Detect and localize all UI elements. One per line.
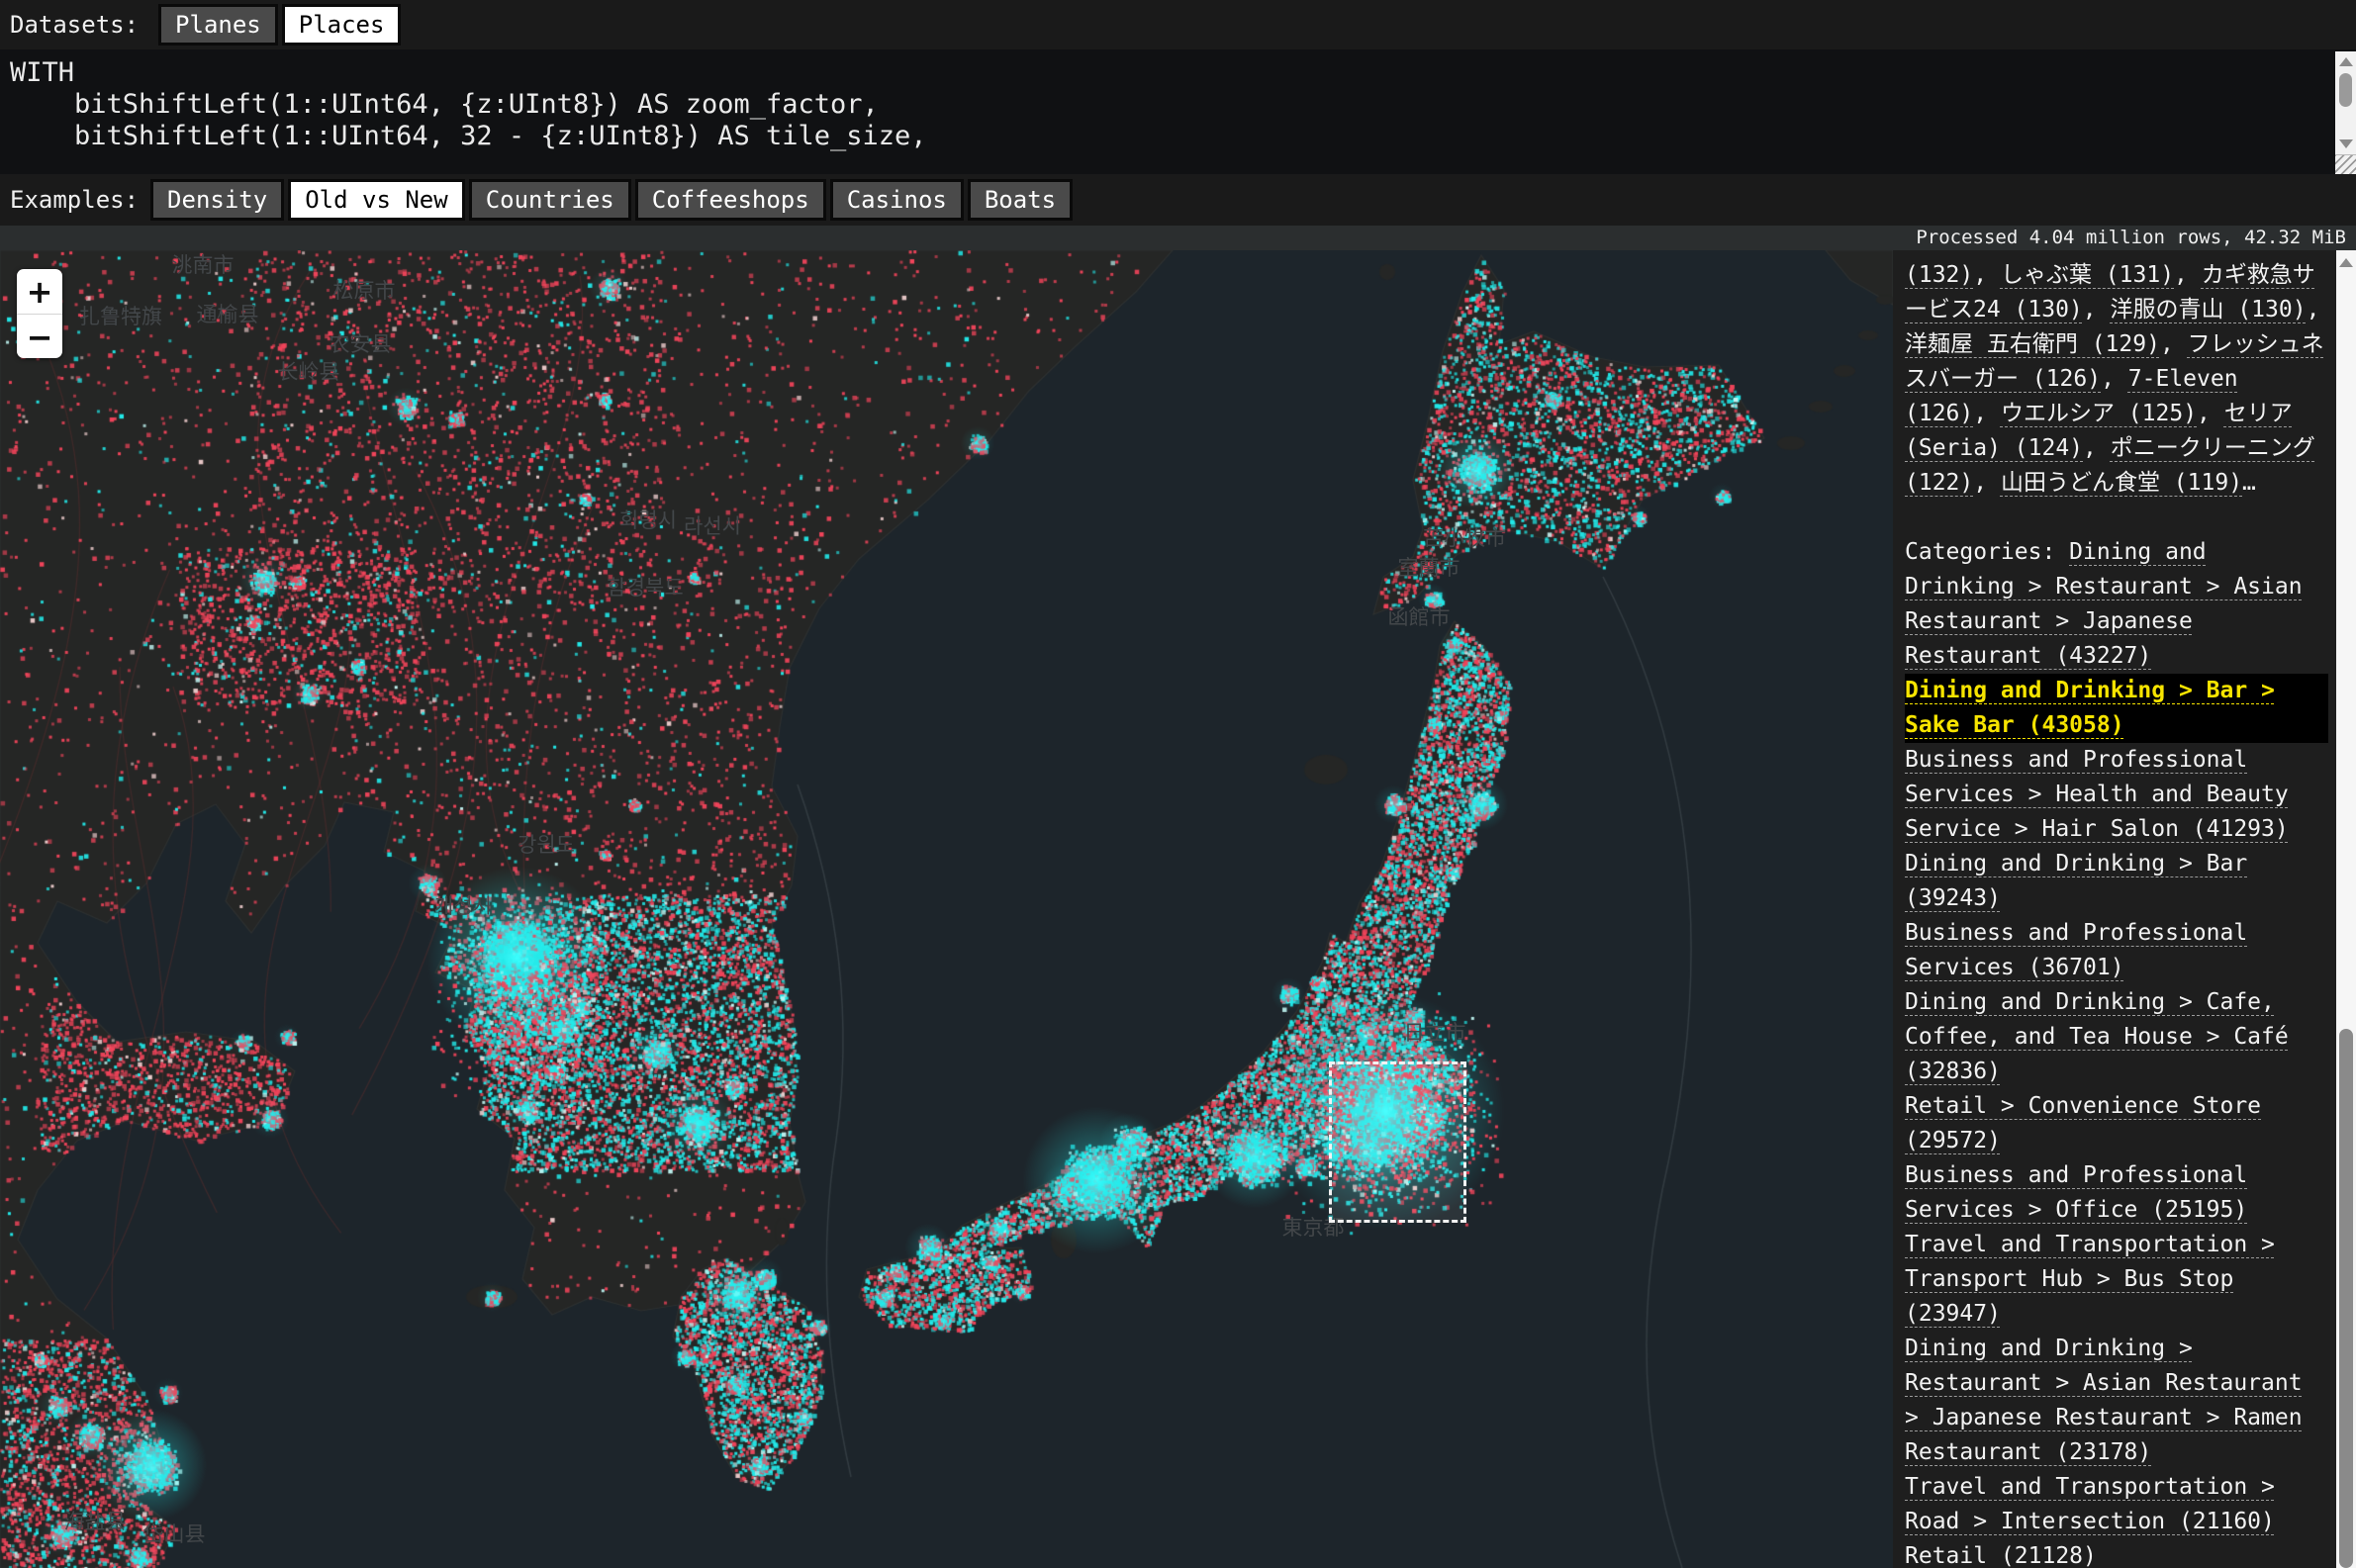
map-place-label: 개성시: [434, 890, 492, 920]
scroll-up-icon[interactable]: [2339, 57, 2353, 66]
map-place-label: 函館市: [1388, 601, 1451, 631]
map-place-label: 회령시: [619, 505, 677, 534]
categories-list: Categories: Dining and Drinking > Restau…: [1905, 535, 2328, 1568]
sql-scrollbar-thumb[interactable]: [2339, 73, 2352, 107]
category-link[interactable]: Dining and Drinking > Bar (39243): [1905, 847, 2328, 916]
datasets-label: Datasets:: [10, 11, 139, 39]
scroll-up-icon[interactable]: [2339, 258, 2353, 267]
map-place-label: 라선시: [684, 510, 741, 540]
category-link[interactable]: Business and Professional Services > Hea…: [1905, 743, 2328, 847]
dataset-button-planes[interactable]: Planes: [158, 4, 278, 46]
example-button-group: DensityOld vs NewCountriesCoffeeshopsCas…: [139, 179, 1073, 221]
example-button-density[interactable]: Density: [150, 179, 284, 221]
map-place-label: 通榆县: [197, 299, 259, 328]
examples-label: Examples:: [10, 186, 139, 214]
sql-editor-wrap: WITH bitShiftLeft(1::UInt64, {z:UInt8}) …: [0, 49, 2356, 174]
example-button-old-vs-new[interactable]: Old vs New: [288, 179, 465, 221]
sidebar-spacer: [1905, 501, 2328, 535]
results-sidebar: (132), しゃぶ葉 (131), カギ救急サービス24 (130), 洋服の…: [1893, 250, 2336, 1568]
category-link[interactable]: Business and Professional Services > Off…: [1905, 1158, 2328, 1228]
brand-link[interactable]: 洋服の青山 (130): [2110, 297, 2306, 323]
categories-label: Categories:: [1905, 539, 2069, 565]
map-place-label: 农安县: [330, 328, 392, 358]
map-place-label: 松原市: [333, 275, 396, 305]
category-link[interactable]: Travel and Transportation > Road > Inter…: [1905, 1470, 2328, 1539]
dataset-button-places[interactable]: Places: [282, 4, 402, 46]
top-brands-list: (132), しゃぶ葉 (131), カギ救急サービス24 (130), 洋服の…: [1905, 258, 2328, 501]
zoom-in-button[interactable]: +: [17, 269, 62, 315]
query-status: Processed 4.04 million rows, 42.32 MiB: [0, 226, 2356, 250]
category-link[interactable]: Business and Professional Services (3670…: [1905, 916, 2328, 985]
geo-explorer-app: Datasets: PlanesPlaces WITH bitShiftLeft…: [0, 0, 2356, 1568]
brand-link[interactable]: 山田うどん食堂 (119): [2001, 470, 2242, 496]
map-place-label: 扎鲁特旗: [79, 301, 162, 330]
map-zoom-control: + −: [17, 269, 62, 358]
example-button-casinos[interactable]: Casinos: [830, 179, 964, 221]
map-place-label: 岱山县: [143, 1519, 206, 1548]
category-link[interactable]: Retail (21128): [1905, 1539, 2328, 1568]
dataset-button-group: PlanesPlaces: [139, 4, 401, 46]
textarea-resize-grip-icon[interactable]: [2335, 154, 2356, 175]
map-place-label: 海盐县: [64, 1506, 127, 1535]
datasets-bar: Datasets: PlanesPlaces: [0, 0, 2356, 49]
map-selection-rectangle[interactable]: [1329, 1061, 1466, 1223]
brand-link[interactable]: ウエルシア (125): [2001, 401, 2197, 426]
map-place-label: 함경북도: [607, 572, 683, 601]
category-link[interactable]: Dining and Drinking > Cafe, Coffee, and …: [1905, 985, 2328, 1089]
category-link[interactable]: Retail > Convenience Store (29572): [1905, 1089, 2328, 1158]
example-button-coffeeshops[interactable]: Coffeeshops: [635, 179, 826, 221]
zoom-out-button[interactable]: −: [17, 315, 62, 359]
category-link[interactable]: Dining and Drinking > Restaurant > Asian…: [1905, 1332, 2328, 1470]
category-link-highlighted[interactable]: Dining and Drinking > Bar > Sake Bar (43…: [1905, 674, 2328, 743]
map-viewport[interactable]: 洮南市松原市扎鲁特旗 通榆县农安县长岭县 회령시라선시함경북도강원도개성시 苫小牧市室…: [0, 250, 1893, 1568]
map-place-label: 苫小牧市: [1423, 522, 1506, 552]
category-link[interactable]: Travel and Transportation > Transport Hu…: [1905, 1228, 2328, 1332]
scroll-down-icon[interactable]: [2339, 139, 2353, 148]
example-button-countries[interactable]: Countries: [469, 179, 631, 221]
example-button-boats[interactable]: Boats: [968, 179, 1073, 221]
map-place-label: 室蘭市: [1398, 552, 1461, 582]
sidebar-scrollbar[interactable]: [2336, 250, 2356, 1568]
brand-link[interactable]: 洋麺屋 五右衛門 (129): [1905, 331, 2160, 357]
brand-link[interactable]: (132): [1905, 262, 1973, 288]
map-canvas[interactable]: [0, 250, 1893, 1568]
map-place-label: 日立市: [1404, 1017, 1466, 1047]
map-place-label: 洮南市: [172, 250, 235, 279]
map-place-label: 강원도: [518, 829, 575, 859]
sql-editor-scrollbar[interactable]: [2335, 51, 2356, 154]
main-area: 洮南市松原市扎鲁特旗 通榆县农安县长岭县 회령시라선시함경북도강원도개성시 苫小牧市室…: [0, 250, 2356, 1568]
map-place-label: 长岭县: [278, 356, 340, 386]
brand-link[interactable]: しゃぶ葉 (131): [2001, 262, 2174, 288]
sql-query-input[interactable]: WITH bitShiftLeft(1::UInt64, {z:UInt8}) …: [0, 49, 2356, 174]
examples-bar: Examples: DensityOld vs NewCountriesCoff…: [0, 174, 2356, 226]
sidebar-scrollbar-thumb[interactable]: [2339, 1029, 2353, 1568]
